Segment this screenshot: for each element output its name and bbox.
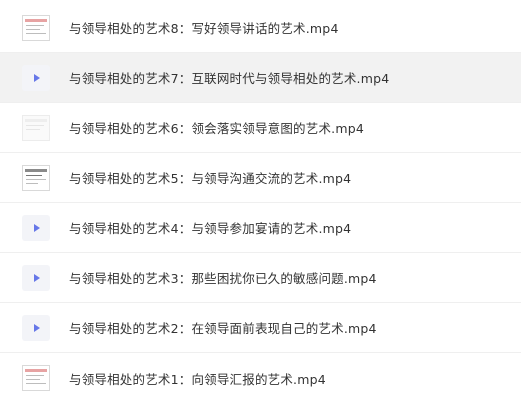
- file-name: 与领导相处的艺术4：与领导参加宴请的艺术.mp4: [69, 221, 352, 236]
- video-play-icon: [22, 215, 50, 241]
- video-play-icon: [22, 265, 50, 291]
- document-thumbnail-icon: [22, 115, 50, 141]
- file-name: 与领导相处的艺术2：在领导面前表现自己的艺术.mp4: [69, 321, 377, 336]
- file-row[interactable]: 与领导相处的艺术6：领会落实领导意图的艺术.mp4: [0, 103, 521, 153]
- file-row[interactable]: 与领导相处的艺术2：在领导面前表现自己的艺术.mp4: [0, 303, 521, 353]
- file-name: 与领导相处的艺术6：领会落实领导意图的艺术.mp4: [69, 121, 364, 136]
- document-thumbnail-icon: [22, 365, 50, 391]
- document-thumbnail-icon: [22, 165, 50, 191]
- file-name: 与领导相处的艺术7：互联网时代与领导相处的艺术.mp4: [69, 71, 390, 86]
- file-row[interactable]: 与领导相处的艺术4：与领导参加宴请的艺术.mp4: [0, 203, 521, 253]
- file-row[interactable]: 与领导相处的艺术1：向领导汇报的艺术.mp4: [0, 353, 521, 403]
- video-play-icon: [22, 65, 50, 91]
- file-name: 与领导相处的艺术3：那些困扰你已久的敏感问题.mp4: [69, 271, 377, 286]
- file-row[interactable]: 与领导相处的艺术5：与领导沟通交流的艺术.mp4: [0, 153, 521, 203]
- file-name: 与领导相处的艺术1：向领导汇报的艺术.mp4: [69, 371, 326, 387]
- file-row[interactable]: 与领导相处的艺术3：那些困扰你已久的敏感问题.mp4: [0, 253, 521, 303]
- document-thumbnail-icon: [22, 15, 50, 41]
- file-row[interactable]: 与领导相处的艺术8：写好领导讲话的艺术.mp4: [0, 3, 521, 53]
- file-name: 与领导相处的艺术5：与领导沟通交流的艺术.mp4: [69, 171, 352, 186]
- file-name: 与领导相处的艺术8：写好领导讲话的艺术.mp4: [69, 21, 339, 36]
- video-play-icon: [22, 315, 50, 341]
- file-row[interactable]: 与领导相处的艺术7：互联网时代与领导相处的艺术.mp4: [0, 53, 521, 103]
- file-list: 与领导相处的艺术8：写好领导讲话的艺术.mp4 与领导相处的艺术7：互联网时代与…: [0, 0, 521, 406]
